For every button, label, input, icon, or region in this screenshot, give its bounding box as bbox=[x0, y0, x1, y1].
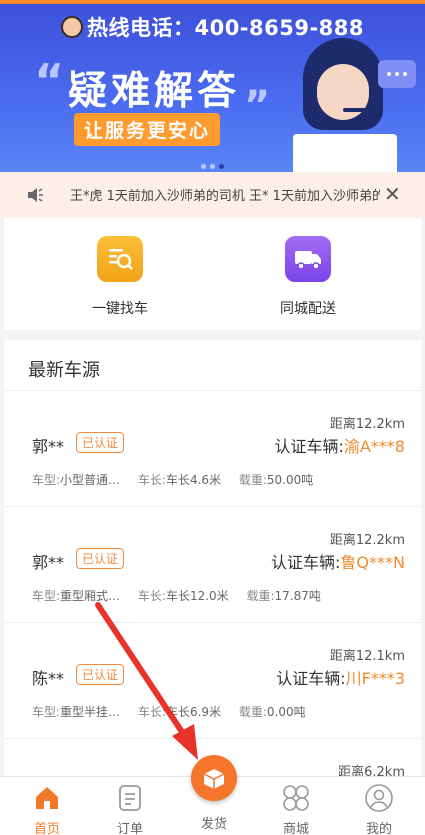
tab-home[interactable]: 首页 bbox=[12, 783, 82, 835]
verified-badge: 已认证 bbox=[76, 664, 125, 685]
support-avatar-icon bbox=[60, 16, 83, 38]
tab-mine-label: 我的 bbox=[365, 822, 392, 835]
certified-vehicle: 认证车辆:川F***3 bbox=[276, 669, 405, 688]
profile-icon bbox=[364, 783, 394, 813]
truck-icon bbox=[285, 236, 331, 282]
speaker-icon bbox=[28, 188, 43, 202]
orders-icon bbox=[115, 783, 145, 813]
tab-home-label: 首页 bbox=[33, 822, 60, 835]
driver-name: 郭** bbox=[32, 437, 65, 456]
vehicle-specs: 车型:重型半挂… 车长:车长6.9米 载重:0.00吨 bbox=[32, 705, 306, 719]
tab-orders[interactable]: 订单 bbox=[95, 783, 165, 835]
latest-vehicles-section: 最新车源 距离12.2km 郭** 已认证 认证车辆:渝A***8 车型:小型普… bbox=[4, 340, 421, 780]
distance: 距离12.2km bbox=[329, 533, 405, 548]
city-delivery-button[interactable]: 同城配送 bbox=[248, 236, 368, 318]
vehicle-card[interactable]: 距离12.1km 陈** 已认证 认证车辆:川F***3 车型:重型半挂… 车长… bbox=[4, 622, 421, 738]
banner-carousel[interactable]: 热线电话：400-8659-888 “ 疑难解答 ” 让服务更安心 bbox=[0, 0, 425, 172]
plate-number: 鲁Q***N bbox=[340, 553, 405, 572]
vehicle-specs: 车型:小型普通… 车长:车长4.6米 载重:50.00吨 bbox=[32, 473, 314, 487]
vehicle-card[interactable]: 距离12.2km 郭** 已认证 认证车辆:鲁Q***N 车型:重型厢式… 车长… bbox=[4, 506, 421, 622]
package-icon bbox=[203, 769, 225, 789]
home-icon bbox=[32, 783, 62, 813]
vehicle-card[interactable]: 距离12.2km 郭** 已认证 认证车辆:渝A***8 车型:小型普通… 车长… bbox=[4, 390, 421, 506]
hotline-label: 热线电话：400-8659-888 bbox=[86, 16, 365, 40]
find-car-label: 一键找车 bbox=[92, 301, 148, 317]
verified-badge: 已认证 bbox=[76, 432, 125, 453]
find-car-icon bbox=[97, 236, 143, 282]
quick-actions: 一键找车 同城配送 bbox=[4, 218, 421, 330]
plate-number: 川F***3 bbox=[345, 669, 405, 688]
city-delivery-label: 同城配送 bbox=[280, 301, 336, 317]
tab-mall-label: 商城 bbox=[282, 822, 309, 835]
banner-top-strip bbox=[0, 0, 425, 4]
certified-vehicle: 认证车辆:渝A***8 bbox=[274, 437, 405, 456]
tab-ship-label: 发货 bbox=[200, 817, 227, 832]
section-title: 最新车源 bbox=[28, 360, 100, 381]
chat-bubble-icon bbox=[378, 60, 416, 88]
close-icon[interactable]: ✕ bbox=[384, 182, 401, 206]
notice-bar: 王*虎 1天前加入沙师弟的司机 王* 1天前加入沙师弟的司机 ✕ bbox=[0, 172, 425, 218]
plate-number: 渝A***8 bbox=[343, 437, 405, 456]
verified-badge: 已认证 bbox=[76, 548, 125, 569]
ship-fab-button[interactable] bbox=[191, 755, 237, 801]
certified-vehicle: 认证车辆:鲁Q***N bbox=[271, 553, 405, 572]
tab-mall[interactable]: 商城 bbox=[261, 783, 331, 835]
mall-icon bbox=[281, 783, 311, 813]
carousel-indicator bbox=[0, 154, 425, 172]
quote-mark-icon: “ bbox=[34, 54, 65, 108]
banner-subtitle: 让服务更安心 bbox=[74, 113, 221, 146]
distance: 距离12.1km bbox=[329, 649, 405, 664]
driver-name: 陈** bbox=[32, 669, 65, 688]
banner-title: 疑难解答 bbox=[68, 69, 241, 114]
driver-name: 郭** bbox=[32, 553, 65, 572]
notice-text: 王*虎 1天前加入沙师弟的司机 王* 1天前加入沙师弟的司机 bbox=[70, 189, 380, 204]
customer-service-illustration bbox=[285, 38, 405, 172]
vehicle-specs: 车型:重型厢式… 车长:车长12.0米 载重:17.87吨 bbox=[32, 589, 321, 603]
find-car-button[interactable]: 一键找车 bbox=[60, 236, 180, 318]
quote-mark-icon: ” bbox=[244, 83, 271, 129]
distance: 距离12.2km bbox=[329, 417, 405, 432]
tab-orders-label: 订单 bbox=[116, 822, 143, 835]
tab-mine[interactable]: 我的 bbox=[344, 783, 414, 835]
